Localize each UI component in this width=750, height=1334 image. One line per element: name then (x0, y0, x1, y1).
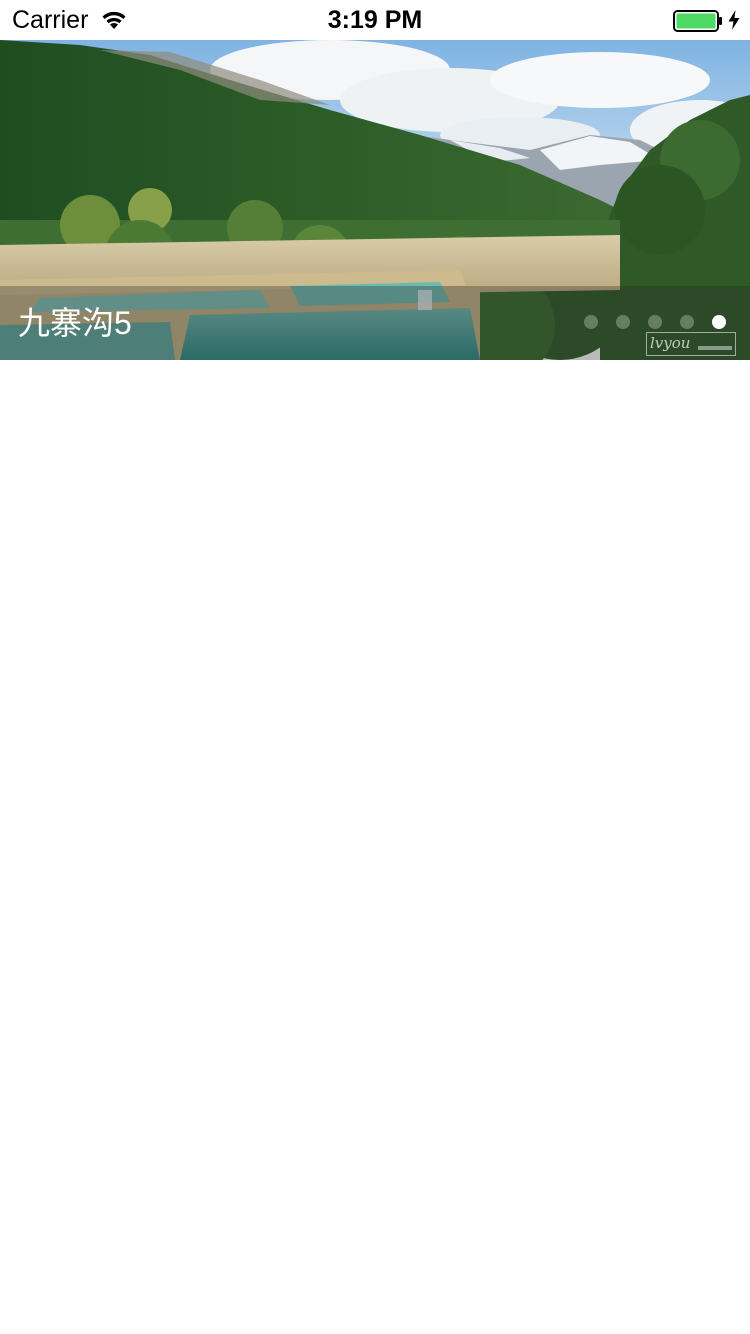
lvyou-watermark-logo: lvyou (646, 332, 736, 356)
charging-icon (728, 10, 740, 30)
content-area (0, 360, 750, 1334)
status-time: 3:19 PM (327, 6, 423, 34)
battery-icon (673, 10, 722, 32)
status-bar: Carrier 3:19 PM (0, 0, 750, 40)
svg-text:lvyou: lvyou (650, 334, 690, 352)
page-dot-4[interactable] (680, 315, 694, 329)
page-indicator[interactable] (566, 314, 726, 330)
banner-carousel[interactable]: 九寨沟5 lvyou (0, 40, 750, 360)
page-dot-3[interactable] (648, 315, 662, 329)
page-dot-1[interactable] (584, 315, 598, 329)
banner-caption-bar: 九寨沟5 (0, 286, 750, 360)
page-dot-5-active[interactable] (712, 315, 726, 329)
page-dot-2[interactable] (616, 315, 630, 329)
banner-caption: 九寨沟5 (18, 305, 132, 341)
